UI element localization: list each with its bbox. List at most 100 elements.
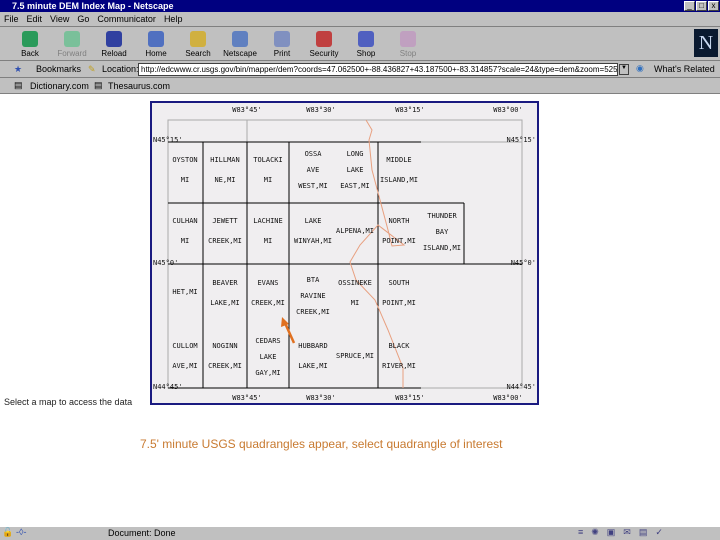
quadrangle-cell[interactable]: HET,MI [172, 288, 197, 296]
quadrangle-cell[interactable]: CULLOM AVE,MI [172, 342, 197, 370]
toolbar-button-label: Shop [356, 49, 376, 58]
maximize-button[interactable]: □ [696, 1, 707, 11]
quadrangle-cell[interactable]: OYSTON MI [172, 156, 197, 184]
quadrangle-cell[interactable]: BEAVER LAKE,MI [210, 279, 240, 307]
menu-bar: File Edit View Go Communicator Help [0, 12, 720, 27]
quadrangle-cell[interactable]: SPRUCE,MI [336, 352, 374, 360]
quadrangle-label: CULHAN [172, 217, 197, 225]
link-dictionary[interactable]: Dictionary.com [30, 81, 89, 91]
quadrangle-label: AVE,MI [172, 362, 197, 370]
quadrangle-label: CREEK,MI [208, 237, 242, 245]
quadrangle-cell[interactable]: BLACK RIVER,MI [382, 342, 416, 370]
quadrangle-map-svg[interactable]: W83°45' W83°45' W83°30' W83°30' W83°15' W83°1… [152, 103, 537, 403]
quadrangle-cell[interactable]: HUBBARD LAKE,MI [298, 342, 328, 370]
bookmarks-button[interactable]: Bookmarks [36, 64, 81, 74]
quadrangle-label: HILLMAN [210, 156, 240, 164]
menu-file[interactable]: File [0, 12, 23, 26]
quadrangle-cell[interactable]: OSSA AVE WEST,MI [298, 150, 328, 190]
latitude-label: N44°45' [506, 383, 536, 391]
longitude-label: W83°00' [493, 394, 523, 402]
menu-edit[interactable]: Edit [23, 12, 47, 26]
status-text: Document: Done [108, 528, 176, 538]
quadrangle-label: CREEK,MI [251, 299, 285, 307]
quadrangle-label: CREEK,MI [296, 308, 330, 316]
menu-help[interactable]: Help [160, 12, 187, 26]
toolbar-button-stop[interactable]: Stop [388, 29, 428, 58]
window-title-bar: 7.5 minute DEM Index Map - Netscape [0, 0, 720, 12]
quadrangle-label: NE,MI [214, 176, 235, 184]
shop-icon [358, 31, 374, 47]
latitude-label: N45°0' [511, 259, 536, 267]
quadrangle-cell[interactable]: TOLACKI MI [253, 156, 283, 184]
quadrangle-label: HET,MI [172, 288, 197, 296]
status-bar: 🔓 -◊- Document: Done ≡✺▣✉▤✓ [0, 526, 720, 540]
toolbar-button-netscape[interactable]: Netscape [220, 29, 260, 58]
toolbar-button-shop[interactable]: Shop [346, 29, 386, 58]
toolbar-button-forward[interactable]: Forward [52, 29, 92, 58]
toolbar-button-reload[interactable]: Reload [94, 29, 134, 58]
quadrangle-label: MI [264, 176, 272, 184]
dem-index-map[interactable]: W83°45' W83°45' W83°30' W83°30' W83°15' W83°1… [150, 101, 539, 405]
quadrangle-label: BAY [436, 228, 449, 236]
toolbar-button-security[interactable]: Security [304, 29, 344, 58]
quadrangle-cell[interactable]: EVANS CREEK,MI [251, 279, 285, 307]
quadrangle-label: BTA [307, 276, 320, 284]
toolbar-button-label: Netscape [223, 49, 257, 58]
minimize-button[interactable]: _ [684, 1, 695, 11]
quadrangle-cell[interactable]: CULHAN MI [172, 217, 197, 245]
location-label: Location: [102, 64, 139, 74]
toolbar-button-label: Forward [57, 49, 87, 58]
reload-icon [106, 31, 122, 47]
longitude-label: W83°15' [395, 394, 425, 402]
bookmark-page-icon: ▤ [14, 80, 23, 90]
quadrangle-cell[interactable]: LAKE WINYAH,MI [294, 217, 332, 245]
quadrangle-cell[interactable]: LONG LAKE EAST,MI [340, 150, 370, 190]
longitude-label: W83°45' [232, 106, 262, 114]
bookmark-page-icon: ▤ [94, 80, 103, 90]
print-icon [274, 31, 290, 47]
quadrangle-cell[interactable]: NORTH POINT,MI [382, 217, 416, 245]
quadrangle-label: CEDARS [255, 337, 280, 345]
quadrangle-cell[interactable]: HILLMAN NE,MI [210, 156, 240, 184]
quadrangle-label: WEST,MI [298, 182, 328, 190]
quadrangle-label: JEWETT [212, 217, 238, 225]
toolbar-button-search[interactable]: Search [178, 29, 218, 58]
quadrangle-label: GAY,MI [255, 369, 280, 377]
toolbar-button-label: Stop [399, 49, 417, 58]
quadrangle-label: LAKE,MI [210, 299, 240, 307]
quadrangle-cell[interactable]: BTA RAVINE CREEK,MI [296, 276, 330, 316]
toolbar-button-label: Security [309, 49, 339, 58]
menu-view[interactable]: View [46, 12, 73, 26]
quadrangle-cell[interactable]: JEWETT CREEK,MI [208, 217, 242, 245]
quadrangle-cell[interactable]: MIDDLE ISLAND,MI [380, 156, 418, 184]
quadrangle-cell[interactable]: THUNDER BAY ISLAND,MI [423, 212, 461, 252]
quadrangle-label: SOUTH [388, 279, 409, 287]
forward-icon [64, 31, 80, 47]
quadrangle-label: MI [181, 176, 189, 184]
latitude-label: N45°0' [153, 259, 178, 267]
quadrangle-cell[interactable]: NOGINN CREEK,MI [208, 342, 242, 370]
menu-go[interactable]: Go [73, 12, 93, 26]
link-thesaurus[interactable]: Thesaurus.com [108, 81, 170, 91]
quadrangle-label: MI [264, 237, 272, 245]
toolbar-button-back[interactable]: Back [10, 29, 50, 58]
component-bar-icons[interactable]: ≡✺▣✉▤✓ [578, 527, 671, 538]
quadrangle-label: LACHINE [253, 217, 283, 225]
quadrangle-cell[interactable]: LACHINE MI [253, 217, 283, 245]
longitude-label: W83°30' [306, 106, 336, 114]
quadrangle-cell[interactable]: OSSINEKE MI [338, 279, 372, 307]
toolbar-button-print[interactable]: Print [262, 29, 302, 58]
quadrangle-cell[interactable]: CEDARS LAKE GAY,MI [255, 337, 280, 377]
whats-related-button[interactable]: What's Related [654, 64, 715, 74]
menu-communicator[interactable]: Communicator [93, 12, 160, 26]
url-dropdown-button[interactable]: ▼ [619, 64, 629, 75]
quadrangle-label: OSSA [305, 150, 323, 158]
quadrangle-cell[interactable]: SOUTH POINT,MI [382, 279, 416, 307]
toolbar-button-home[interactable]: Home [136, 29, 176, 58]
url-input[interactable]: http://edcwww.cr.usgs.gov/bin/mapper/dem… [138, 63, 618, 76]
quadrangle-cell[interactable]: ALPENA,MI [336, 227, 374, 235]
close-button[interactable]: x [708, 1, 719, 11]
quadrangle-label: POINT,MI [382, 299, 416, 307]
back-icon [22, 31, 38, 47]
toolbar-button-label: Home [145, 49, 167, 58]
